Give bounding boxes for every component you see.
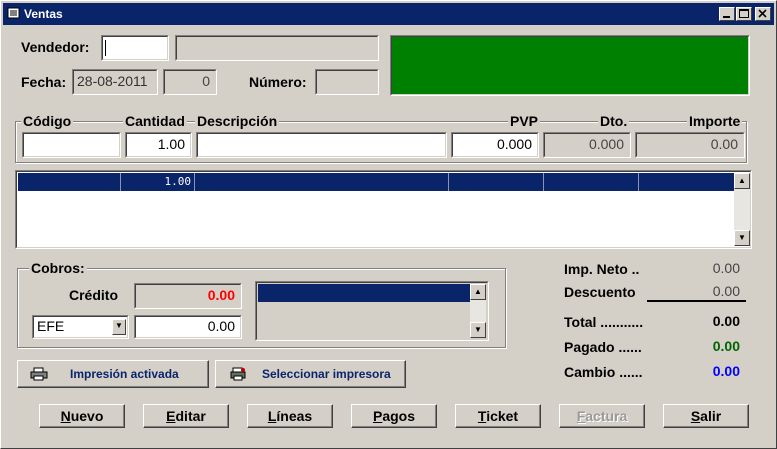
editar-mnemonic: E [166,408,176,424]
pvp-input[interactable]: 0.000 [451,132,539,158]
header-cantidad: Cantidad [123,113,187,129]
header-dto: Dto. [598,113,630,129]
title-bar: Ventas [3,3,774,25]
cambio-label: Cambio ...... [564,364,643,380]
minimize-button[interactable] [719,7,735,21]
header-importe: Importe [687,113,743,129]
descuento-label: Descuento [564,284,636,300]
credito-field: 0.00 [134,283,242,309]
grid-col-divider [638,173,639,191]
minimize-icon [723,16,730,18]
salir-button[interactable]: Salir [663,404,749,428]
payment-method-select[interactable]: EFE ▼ [32,315,129,339]
pagos-label: agos [382,408,416,424]
credito-label: Crédito [69,287,118,303]
payments-list[interactable]: ▲ ▼ [255,281,489,341]
close-button[interactable] [755,7,771,21]
salir-mnemonic: S [690,408,701,424]
scroll-down-icon[interactable]: ▼ [734,230,750,246]
window-app-icon [7,7,20,19]
total-label: Total ........... [564,314,644,330]
pagado-label: Pagado ...... [564,339,642,355]
lineas-label: íneas [276,408,313,424]
payment-method-value: EFE [37,318,65,334]
scroll-up-icon[interactable]: ▲ [470,284,486,300]
factura-mnemonic: F [576,408,586,424]
seleccionar-impresora-label: Seleccionar impresora [262,367,391,381]
imp-neto-value: 0.00 [712,260,740,276]
cobros-title: Cobros: [29,260,87,276]
pagado-value: 0.00 [712,338,740,354]
impresion-activada-button[interactable]: Impresión activada [17,360,209,388]
nuevo-label: uevo [70,408,104,424]
window-title: Ventas [24,7,63,21]
vendedor-label: Vendedor: [21,39,90,55]
grid-cell-cantidad: 1.00 [164,175,192,188]
grid-row-selected[interactable]: 1.00 [18,173,734,191]
fecha-extra-field: 0 [163,69,217,95]
dto-field: 0.000 [543,132,631,158]
header-codigo: Código [21,113,74,129]
imp-neto-label: Imp. Neto .. [564,261,640,277]
ticket-button[interactable]: Ticket [455,404,541,428]
grid-scrollbar[interactable]: ▲ ▼ [734,173,750,246]
codigo-input[interactable] [22,132,121,158]
header-pvp: PVP [508,113,541,129]
total-value: 0.00 [712,313,740,329]
payments-list-selected-row[interactable] [258,284,470,302]
cantidad-input[interactable]: 1.00 [125,132,192,158]
lines-grid[interactable]: 1.00 ▲ ▼ [15,170,752,249]
editar-label: ditar [175,408,206,424]
impresion-activada-label: Impresión activada [70,367,179,381]
vendedor-code-input[interactable] [101,35,169,61]
ventas-window: Ventas Vendedor: Fecha: 28-08-2011 0 Núm… [0,0,777,449]
cambio-value: 0.00 [712,363,740,379]
fecha-label: Fecha: [21,74,67,90]
numero-field [315,69,379,95]
factura-button: Factura [559,404,645,428]
salir-label: alir [700,408,722,424]
fecha-field: 28-08-2011 [72,69,158,95]
scroll-up-icon[interactable]: ▲ [734,173,750,189]
grid-col-divider [194,173,195,191]
close-icon [758,9,767,18]
totals-divider [647,300,746,302]
descuento-value: 0.00 [712,283,740,299]
text-cursor [105,40,106,56]
payments-scrollbar[interactable]: ▲ ▼ [470,284,486,338]
total-display-panel [390,35,750,96]
printer-settings-icon [230,367,246,381]
maximize-icon [739,9,749,18]
numero-label: Número: [249,74,307,90]
chevron-down-icon[interactable]: ▼ [112,319,126,335]
header-descripcion: Descripción [195,113,280,129]
vendedor-name-field [175,35,379,61]
nuevo-button[interactable]: Nuevo [39,404,125,428]
printer-icon [30,367,48,381]
importe-field: 0.00 [635,132,745,158]
descripcion-input[interactable] [196,132,447,158]
pagos-button[interactable]: Pagos [351,404,437,428]
lineas-button[interactable]: Líneas [247,404,333,428]
nuevo-mnemonic: N [60,408,71,424]
payment-amount-input[interactable]: 0.00 [134,315,242,339]
grid-col-divider [543,173,544,191]
factura-label: actura [585,408,628,424]
ticket-mnemonic: T [477,408,487,424]
maximize-button[interactable] [736,7,752,21]
pagos-mnemonic: P [372,408,383,424]
ticket-label: icket [486,408,519,424]
editar-button[interactable]: Editar [143,404,229,428]
seleccionar-impresora-button[interactable]: Seleccionar impresora [215,360,406,388]
grid-col-divider [448,173,449,191]
scroll-down-icon[interactable]: ▼ [470,322,486,338]
